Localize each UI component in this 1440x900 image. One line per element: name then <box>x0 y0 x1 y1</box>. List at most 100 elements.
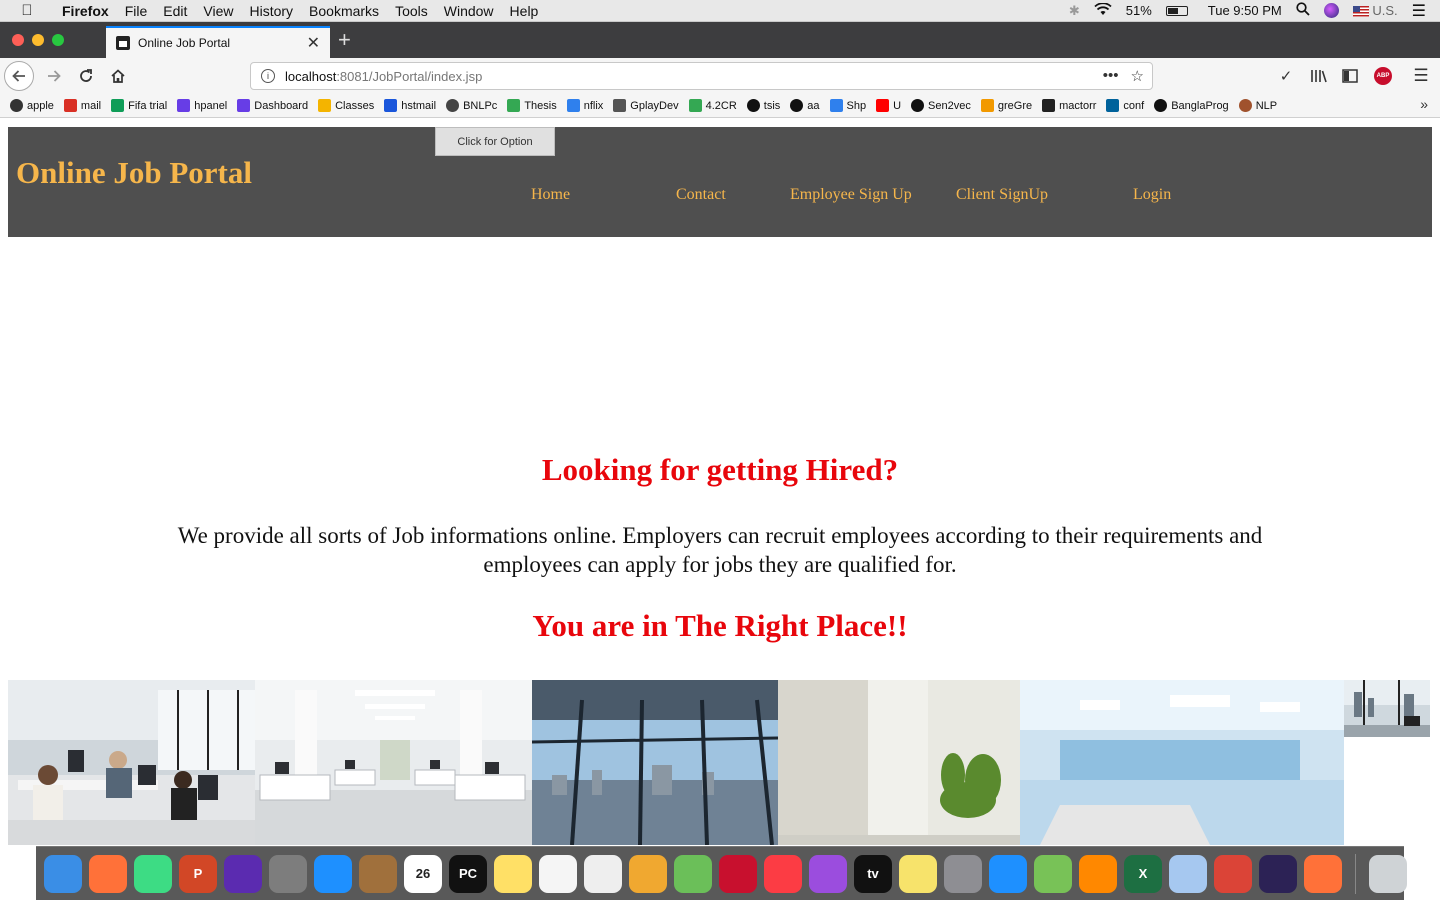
menu-edit[interactable]: Edit <box>155 3 195 19</box>
menu-app-name[interactable]: Firefox <box>54 3 117 19</box>
powerpoint-icon[interactable]: P <box>179 854 217 893</box>
tab-close-icon[interactable]: ✕ <box>307 33 320 53</box>
acrobat-icon[interactable] <box>719 854 757 893</box>
notification-center-icon[interactable]: ☰ <box>1412 1 1426 21</box>
window-zoom-icon[interactable] <box>52 34 64 46</box>
bookmark-9[interactable]: nflix <box>566 99 603 112</box>
back-arrow-icon[interactable] <box>4 61 34 91</box>
input-source[interactable]: U.S. <box>1352 3 1398 18</box>
virtualbox-icon[interactable] <box>1169 854 1207 893</box>
bookmark-19[interactable]: conf <box>1106 99 1144 112</box>
nav-contact-link[interactable]: Contact <box>676 186 726 204</box>
new-tab-icon[interactable]: + <box>338 26 351 54</box>
bookmark-21[interactable]: NLP <box>1238 99 1277 112</box>
notes-icon[interactable] <box>494 854 532 893</box>
bookmark-7[interactable]: BNLPc <box>446 99 497 112</box>
menu-tools[interactable]: Tools <box>387 3 436 19</box>
trash-icon[interactable] <box>1369 854 1407 893</box>
reminders-icon[interactable] <box>539 854 577 893</box>
bookmark-16[interactable]: Sen2vec <box>911 99 971 112</box>
hamburger-menu-icon[interactable]: ☰ <box>1411 62 1431 90</box>
battery-percent[interactable]: 51% <box>1126 3 1152 18</box>
nav-client-signup-link[interactable]: Client SignUp <box>956 186 1048 204</box>
podcasts-icon[interactable] <box>809 854 847 893</box>
menu-window[interactable]: Window <box>436 3 502 19</box>
bookmark-0[interactable]: apple <box>10 99 54 112</box>
firefox-icon[interactable] <box>89 854 127 893</box>
music-icon[interactable] <box>764 854 802 893</box>
window-close-icon[interactable] <box>12 34 24 46</box>
nav-employee-signup-link[interactable]: Employee Sign Up <box>790 186 912 204</box>
siri-icon[interactable] <box>224 854 262 893</box>
android-icon[interactable] <box>1034 854 1072 893</box>
bookmark-17[interactable]: greGre <box>980 99 1032 112</box>
menu-bookmarks[interactable]: Bookmarks <box>301 3 387 19</box>
window-minimize-icon[interactable] <box>32 34 44 46</box>
site-info-icon[interactable]: i <box>261 69 275 83</box>
bookmark-20[interactable]: BanglaProg <box>1154 99 1229 112</box>
firefox-icon-2[interactable] <box>1304 854 1342 893</box>
bookmark-label: 4.2CR <box>705 99 737 112</box>
menu-help[interactable]: Help <box>502 3 547 19</box>
apple-tv-icon[interactable]: tv <box>854 854 892 893</box>
pocket-save-icon[interactable]: ✓ <box>1276 62 1296 90</box>
nav-login-link[interactable]: Login <box>1133 186 1171 204</box>
menu-clock[interactable]: Tue 9:50 PM <box>1208 3 1282 18</box>
bookmark-3[interactable]: hpanel <box>177 99 227 112</box>
bookmark-2[interactable]: Fifa trial <box>111 99 167 112</box>
url-bar[interactable]: i localhost:8081/JobPortal/index.jsp •••… <box>250 62 1153 90</box>
bookmark-13[interactable]: aa <box>790 99 820 112</box>
chrome-icon[interactable] <box>1214 854 1252 893</box>
photos-icon[interactable] <box>629 854 667 893</box>
youtube-icon <box>876 99 890 112</box>
system-preferences-icon[interactable] <box>944 854 982 893</box>
bookmark-8[interactable]: Thesis <box>507 99 557 112</box>
menu-history[interactable]: History <box>241 3 301 19</box>
calendar-icon[interactable]: 26 <box>404 854 442 893</box>
vlc-icon[interactable] <box>1079 854 1117 893</box>
adblock-plus-icon[interactable]: ABP <box>1373 62 1393 90</box>
eclipse-icon[interactable] <box>1259 854 1297 893</box>
apple-menu-icon[interactable]:  <box>0 2 54 19</box>
bookmark-12[interactable]: tsis <box>746 99 780 112</box>
forward-arrow-icon[interactable] <box>40 62 68 90</box>
reload-icon[interactable] <box>72 62 100 90</box>
wifi-icon[interactable] <box>1094 1 1112 19</box>
bluetooth-icon[interactable]: ✱ <box>1069 3 1080 19</box>
excel-icon[interactable]: X <box>1124 854 1162 893</box>
bookmark-6[interactable]: hstmail <box>384 99 436 112</box>
menu-view[interactable]: View <box>195 3 241 19</box>
textedit-icon[interactable] <box>584 854 622 893</box>
bookmark-4[interactable]: Dashboard <box>237 99 308 112</box>
bookmark-5[interactable]: Classes <box>318 99 374 112</box>
app-store-icon[interactable] <box>989 854 1027 893</box>
safari-icon[interactable] <box>314 854 352 893</box>
bookmark-14[interactable]: Shp <box>829 99 866 112</box>
nav-home-link[interactable]: Home <box>531 186 570 204</box>
bookmarks-overflow-chevron-icon[interactable]: » <box>1420 96 1428 112</box>
contacts-icon[interactable] <box>359 854 397 893</box>
android-studio-icon[interactable] <box>134 854 172 893</box>
maps-icon[interactable] <box>674 854 712 893</box>
bookmark-11[interactable]: 4.2CR <box>688 99 737 112</box>
bookmark-10[interactable]: GplayDev <box>613 99 679 112</box>
finder-icon[interactable] <box>44 854 82 893</box>
bookmark-star-icon[interactable]: ☆ <box>1131 67 1144 85</box>
stickies-icon[interactable] <box>899 854 937 893</box>
spotlight-search-icon[interactable] <box>1296 2 1310 19</box>
launchpad-icon[interactable] <box>269 854 307 893</box>
menu-file[interactable]: File <box>117 3 156 19</box>
bookmark-18[interactable]: mactorr <box>1042 99 1096 112</box>
pycharm-icon[interactable]: PC <box>449 854 487 893</box>
sidebar-toggle-icon[interactable] <box>1340 62 1360 90</box>
bookmark-15[interactable]: U <box>876 99 901 112</box>
home-icon[interactable] <box>104 62 132 90</box>
page-actions-icon[interactable]: ••• <box>1103 67 1119 85</box>
library-icon[interactable] <box>1308 62 1330 90</box>
click-for-option-button[interactable]: Click for Option <box>435 127 555 156</box>
bookmark-label: conf <box>1123 99 1145 112</box>
browser-tab[interactable]: Online Job Portal ✕ <box>106 26 330 58</box>
battery-icon[interactable] <box>1165 5 1188 16</box>
siri-icon[interactable] <box>1323 3 1339 18</box>
bookmark-1[interactable]: mail <box>63 99 101 112</box>
